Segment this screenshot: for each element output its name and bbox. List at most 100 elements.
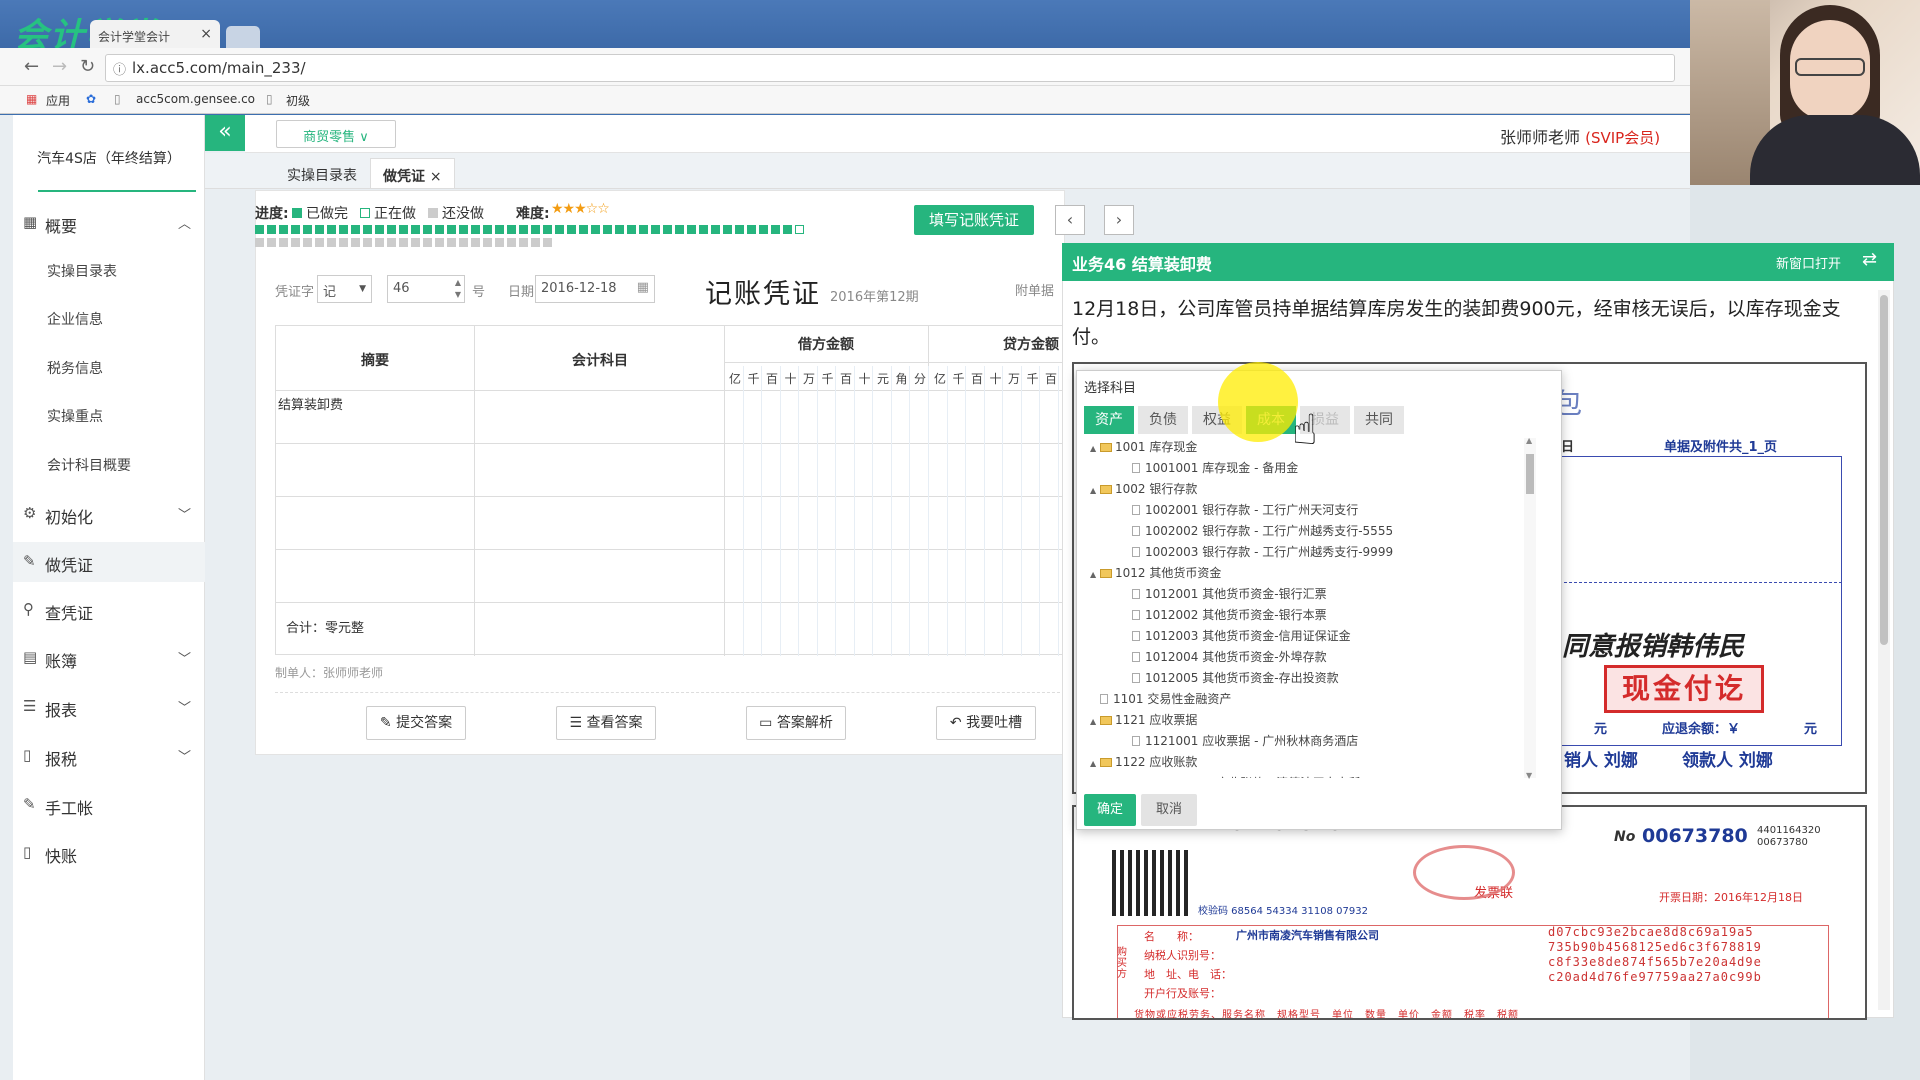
progress-cell[interactable]: [459, 225, 468, 234]
tree-folder[interactable]: ▲ 1002 银行存款: [1090, 480, 1197, 497]
tree-leaf[interactable]: 1012002 其他货币资金-银行本票: [1122, 606, 1327, 623]
tab-voucher[interactable]: 做凭证 ×: [370, 158, 455, 188]
tree-leaf[interactable]: 1002003 银行存款 - 工行广州越秀支行-9999: [1122, 543, 1393, 560]
tree-folder[interactable]: ▲ 1001 库存现金: [1090, 438, 1197, 455]
bookmark-apps[interactable]: 应用: [46, 92, 70, 109]
progress-cell[interactable]: [603, 225, 612, 234]
new-tab-button[interactable]: [226, 26, 260, 48]
progress-cell[interactable]: [387, 225, 396, 234]
back-icon[interactable]: ←: [24, 56, 39, 77]
collapse-sidebar-button[interactable]: «: [205, 115, 245, 151]
progress-cell[interactable]: [663, 225, 672, 234]
tree-leaf[interactable]: 1012004 其他货币资金-外埠存款: [1122, 648, 1327, 665]
progress-cell[interactable]: [447, 238, 456, 247]
progress-cell[interactable]: [411, 238, 420, 247]
progress-cell[interactable]: [279, 225, 288, 234]
progress-cell[interactable]: [579, 225, 588, 234]
voucher-number-input[interactable]: 46 ▲ ▼: [387, 275, 465, 303]
bookmark-gensee[interactable]: acc5com.gensee.co: [136, 92, 255, 106]
progress-cell[interactable]: [303, 225, 312, 234]
forward-icon[interactable]: →: [52, 56, 67, 77]
url-input[interactable]: ⓘ lx.acc5.com/main_233/: [105, 54, 1675, 82]
progress-cell[interactable]: [267, 238, 276, 247]
progress-cell[interactable]: [339, 225, 348, 234]
next-button[interactable]: ›: [1104, 205, 1134, 235]
progress-cell[interactable]: [723, 225, 732, 234]
tree-leaf[interactable]: 1012005 其他货币资金-存出投资款: [1122, 669, 1339, 686]
progress-cell[interactable]: [363, 238, 372, 247]
tree-folder[interactable]: ▲ 1121 应收票据: [1090, 711, 1197, 728]
progress-cell[interactable]: [471, 225, 480, 234]
progress-cell[interactable]: [483, 225, 492, 234]
sidebar-item-query[interactable]: ⚲ 查凭证: [13, 590, 205, 630]
company-name[interactable]: 汽车4S店（年终结算）: [13, 148, 205, 168]
tree-leaf[interactable]: 1002001 银行存款 - 工行广州天河支行: [1122, 501, 1358, 518]
progress-cell[interactable]: [375, 238, 384, 247]
sidebar-item-ledger[interactable]: ▤ 账簿 ﹀: [13, 638, 205, 678]
sidebar-item-manual[interactable]: ✎ 手工帐: [13, 785, 205, 825]
progress-cell[interactable]: [651, 225, 660, 234]
progress-cell[interactable]: [531, 238, 540, 247]
fill-voucher-button[interactable]: 填写记账凭证: [914, 205, 1034, 235]
category-asset-tab[interactable]: 资产: [1084, 406, 1134, 434]
progress-cell[interactable]: [387, 238, 396, 247]
browser-tab[interactable]: 会计学堂会计 ×: [90, 20, 220, 50]
swap-icon[interactable]: ⇄: [1862, 249, 1877, 270]
progress-cell[interactable]: [591, 225, 600, 234]
answer-analysis-button[interactable]: ▭ 答案解析: [746, 706, 846, 740]
progress-cell[interactable]: [735, 225, 744, 234]
progress-cell[interactable]: [315, 238, 324, 247]
progress-cell[interactable]: [447, 225, 456, 234]
progress-cell[interactable]: [459, 238, 468, 247]
sidebar-item-quick[interactable]: ▯ 快账: [13, 833, 205, 873]
progress-cell[interactable]: [507, 238, 516, 247]
progress-cell[interactable]: [531, 225, 540, 234]
bookmark-junior[interactable]: 初级: [286, 92, 310, 109]
tree-leaf[interactable]: 1012003 其他货币资金-信用证保证金: [1122, 627, 1351, 644]
progress-cell[interactable]: [747, 225, 756, 234]
progress-cell[interactable]: [339, 238, 348, 247]
progress-cell[interactable]: [303, 238, 312, 247]
progress-cell[interactable]: [567, 225, 576, 234]
progress-cell[interactable]: [507, 225, 516, 234]
tree-leaf[interactable]: 1012001 其他货币资金-银行汇票: [1122, 585, 1327, 602]
tree-leaf[interactable]: 1001001 库存现金 - 备用金: [1122, 459, 1298, 476]
progress-cell[interactable]: [519, 225, 528, 234]
progress-cell[interactable]: [423, 238, 432, 247]
tree-folder[interactable]: ▲ 1012 其他货币资金: [1090, 564, 1221, 581]
sidebar-sub-tax-info[interactable]: 税务信息: [13, 347, 205, 387]
progress-cell[interactable]: [267, 225, 276, 234]
cancel-button[interactable]: 取消: [1141, 794, 1197, 826]
progress-cell[interactable]: [627, 225, 636, 234]
sidebar-sub-accounts[interactable]: 会计科目概要: [13, 444, 205, 484]
progress-cell[interactable]: [711, 225, 720, 234]
progress-cell[interactable]: [615, 225, 624, 234]
progress-cell[interactable]: [783, 225, 792, 234]
progress-cell[interactable]: [471, 238, 480, 247]
close-tab-icon[interactable]: ×: [200, 26, 212, 42]
tree-leaf[interactable]: 1121001 应收票据 - 广州秋林商务酒店: [1122, 732, 1358, 749]
progress-cell[interactable]: [255, 225, 264, 234]
submit-answer-button[interactable]: ✎ 提交答案: [366, 706, 466, 740]
calendar-icon[interactable]: ▦: [637, 280, 649, 295]
progress-cell[interactable]: [555, 225, 564, 234]
tree-scrollbar[interactable]: ▲ ▼: [1524, 436, 1536, 780]
category-common-tab[interactable]: 共同: [1354, 406, 1404, 434]
sidebar-item-reports[interactable]: ☰ 报表 ﹀: [13, 687, 205, 727]
progress-cell[interactable]: [699, 225, 708, 234]
progress-cell[interactable]: [519, 238, 528, 247]
sidebar-sub-catalog[interactable]: 实操目录表: [13, 250, 205, 290]
date-input[interactable]: 2016-12-18 ▦: [535, 275, 655, 303]
sidebar-item-init[interactable]: ⚙ 初始化 ﹀: [13, 494, 205, 534]
progress-cell[interactable]: [759, 225, 768, 234]
progress-cell[interactable]: [543, 225, 552, 234]
stepper-icon[interactable]: ▲ ▼: [455, 277, 461, 301]
entry-summary[interactable]: 结算装卸费: [278, 394, 343, 413]
progress-cell[interactable]: [795, 225, 804, 234]
tree-folder[interactable]: ▲1122001 应收账款 - 清德汁厂南南所: [1134, 774, 1360, 778]
open-new-window-link[interactable]: 新窗口打开: [1776, 253, 1841, 272]
progress-cell[interactable]: [687, 225, 696, 234]
progress-cell[interactable]: [399, 225, 408, 234]
progress-cell[interactable]: [255, 238, 264, 247]
progress-cell[interactable]: [327, 225, 336, 234]
